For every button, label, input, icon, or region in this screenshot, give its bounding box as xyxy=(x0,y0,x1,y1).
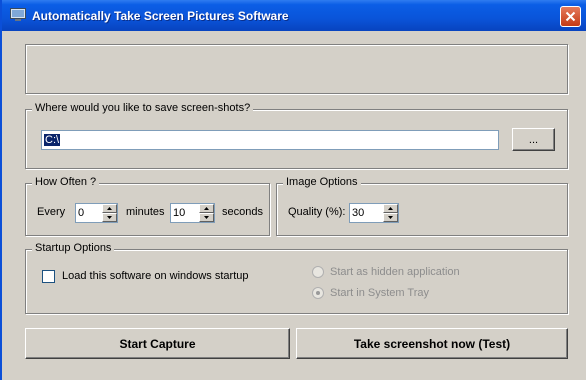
seconds-spinner[interactable]: 10 xyxy=(170,203,215,223)
seconds-down-button[interactable] xyxy=(199,213,214,222)
quality-value: 30 xyxy=(352,207,365,219)
start-hidden-label[interactable]: Start as hidden application xyxy=(330,266,460,278)
seconds-up-button[interactable] xyxy=(199,204,214,213)
minutes-spinner[interactable]: 0 xyxy=(75,203,118,223)
minutes-down-button[interactable] xyxy=(102,213,117,222)
seconds-label: seconds xyxy=(222,206,263,218)
quality-up-button[interactable] xyxy=(383,204,398,213)
start-tray-radio[interactable] xyxy=(312,287,324,299)
image-options-legend: Image Options xyxy=(283,176,361,188)
save-path-value: C:\ xyxy=(44,134,61,146)
close-button[interactable] xyxy=(560,6,581,27)
browse-button[interactable]: ... xyxy=(512,128,555,151)
arrow-up-icon xyxy=(388,207,393,210)
load-on-startup-label[interactable]: Load this software on windows startup xyxy=(62,270,249,282)
banner-panel xyxy=(25,44,568,94)
how-often-legend: How Often ? xyxy=(32,176,100,188)
startup-options-group: Startup Options Load this software on wi… xyxy=(25,242,568,314)
title-bar[interactable]: Automatically Take Screen Pictures Softw… xyxy=(2,0,586,31)
browse-label: ... xyxy=(528,133,539,146)
minutes-spin-arrows xyxy=(102,204,117,222)
quality-spin-arrows xyxy=(383,204,398,222)
take-screenshot-label: Take screenshot now (Test) xyxy=(353,336,511,351)
start-capture-button[interactable]: Start Capture xyxy=(25,328,290,359)
quality-spinner[interactable]: 30 xyxy=(349,203,399,223)
save-location-group: Where would you like to save screen-shot… xyxy=(25,102,568,169)
app-monitor-icon xyxy=(10,8,26,21)
start-tray-label[interactable]: Start in System Tray xyxy=(330,287,429,299)
seconds-value: 10 xyxy=(173,207,186,219)
minutes-value: 0 xyxy=(78,207,85,219)
quality-down-button[interactable] xyxy=(383,213,398,222)
window-title: Automatically Take Screen Pictures Softw… xyxy=(32,9,289,23)
start-capture-label: Start Capture xyxy=(119,336,196,351)
start-hidden-radio[interactable] xyxy=(312,266,324,278)
save-path-input[interactable]: C:\ xyxy=(41,130,499,150)
seconds-spin-arrows xyxy=(199,204,214,222)
take-screenshot-button[interactable]: Take screenshot now (Test) xyxy=(296,328,568,359)
image-options-group: Image Options Quality (%): 30 xyxy=(276,176,568,236)
startup-options-legend: Startup Options xyxy=(32,242,115,254)
load-on-startup-checkbox[interactable] xyxy=(42,270,55,283)
quality-label: Quality (%): xyxy=(288,206,346,218)
arrow-down-icon xyxy=(204,216,209,219)
arrow-up-icon xyxy=(107,207,112,210)
app-window: Automatically Take Screen Pictures Softw… xyxy=(0,0,586,380)
close-icon xyxy=(565,11,576,22)
how-often-group: How Often ? Every 0 minutes 10 seconds xyxy=(25,176,270,236)
minutes-label: minutes xyxy=(126,206,165,218)
arrow-down-icon xyxy=(388,216,393,219)
every-label: Every xyxy=(37,206,66,218)
save-location-legend: Where would you like to save screen-shot… xyxy=(32,102,254,114)
client-area: Where would you like to save screen-shot… xyxy=(2,31,586,380)
arrow-up-icon xyxy=(204,207,209,210)
minutes-up-button[interactable] xyxy=(102,204,117,213)
arrow-down-icon xyxy=(107,216,112,219)
